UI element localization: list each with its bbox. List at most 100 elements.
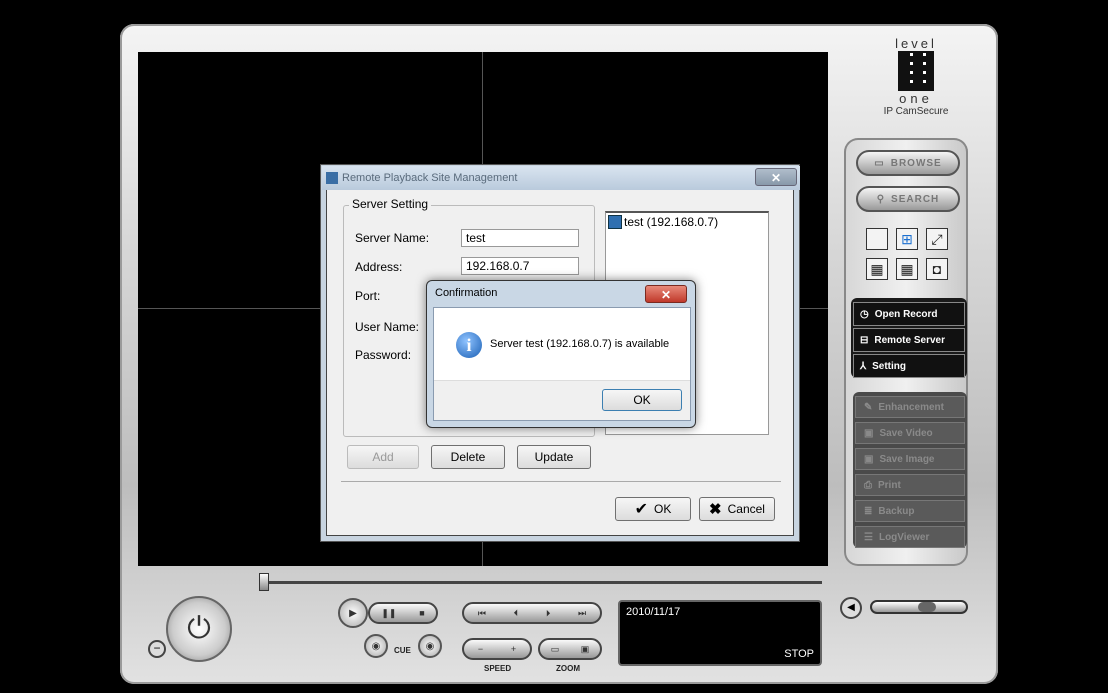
layout-4-icon[interactable]: ⊞ bbox=[896, 228, 918, 250]
fullscreen-icon[interactable]: ⤢ bbox=[926, 228, 948, 250]
ok-button[interactable]: ✔ OK bbox=[615, 497, 691, 521]
remote-server-button[interactable]: ⊟ Remote Server bbox=[853, 328, 965, 352]
confirmation-message: Server test (192.168.0.7) is available bbox=[490, 338, 670, 350]
pause-icon[interactable]: ❚❚ bbox=[381, 608, 396, 619]
next-frame-icon[interactable]: ⏵ bbox=[546, 608, 551, 619]
layout-focus-icon[interactable]: ◘ bbox=[926, 258, 948, 280]
browse-button[interactable]: ▭ BROWSE bbox=[856, 150, 960, 176]
cancel-button[interactable]: ✖ Cancel bbox=[699, 497, 775, 521]
playback-state: STOP bbox=[784, 648, 814, 660]
play-button[interactable]: ▶ bbox=[338, 598, 368, 628]
prev-frame-icon[interactable]: ⏴ bbox=[514, 608, 519, 619]
cue-next-button[interactable]: ◉ bbox=[418, 634, 442, 658]
pause-stop-group: ❚❚ ■ bbox=[368, 602, 438, 624]
seek-group: ⏮ ⏴ ⏵ ⏭ bbox=[462, 602, 602, 624]
port-label: Port: bbox=[355, 289, 381, 303]
product-name: IP CamSecure bbox=[883, 106, 949, 117]
info-icon: i bbox=[456, 332, 482, 358]
cue-next-icon: ◉ bbox=[425, 640, 435, 652]
confirmation-dialog: Confirmation ✕ i Server test (192.168.0.… bbox=[426, 280, 696, 428]
server-name-label: Server Name: bbox=[355, 231, 430, 245]
speed-down-icon[interactable]: − bbox=[478, 644, 483, 654]
address-label: Address: bbox=[355, 260, 403, 274]
video-save-icon: ▣ bbox=[864, 427, 874, 439]
zoom-out-icon[interactable]: ▭ bbox=[551, 644, 560, 655]
close-icon: ✕ bbox=[660, 288, 672, 302]
check-icon: ✔ bbox=[634, 501, 649, 518]
wrench-icon: ⅄ bbox=[860, 360, 867, 372]
zoom-label: ZOOM bbox=[556, 664, 580, 673]
cancel-x-icon: ✖ bbox=[709, 501, 722, 518]
save-image-button[interactable]: ▣ Save Image bbox=[855, 448, 965, 470]
brand-bottom-text: one bbox=[899, 91, 933, 106]
timeline-thumb[interactable] bbox=[259, 573, 269, 591]
save-video-button[interactable]: ▣ Save Video bbox=[855, 422, 965, 444]
printer-icon: ⎙ bbox=[864, 479, 872, 491]
cue-prev-button[interactable]: ◉ bbox=[364, 634, 388, 658]
cue-prev-icon: ◉ bbox=[371, 640, 381, 652]
tree-item[interactable]: test (192.168.0.7) bbox=[608, 215, 718, 229]
timeline-track[interactable] bbox=[266, 581, 822, 584]
speed-up-icon[interactable]: + bbox=[511, 644, 516, 654]
speaker-icon[interactable]: ◀ bbox=[840, 597, 862, 619]
print-button[interactable]: ⎙ Print bbox=[855, 474, 965, 496]
close-icon: ✕ bbox=[770, 171, 782, 185]
delete-button[interactable]: Delete bbox=[431, 445, 505, 469]
server-icon: ⊟ bbox=[860, 334, 869, 346]
password-label: Password: bbox=[355, 348, 412, 362]
stop-icon[interactable]: ■ bbox=[419, 608, 424, 618]
confirm-close-button[interactable]: ✕ bbox=[645, 285, 687, 303]
confirmation-body: i Server test (192.168.0.7) is available… bbox=[433, 307, 691, 421]
confirm-ok-button[interactable]: OK bbox=[602, 389, 682, 411]
dialog-title: Remote Playback Site Management bbox=[342, 172, 518, 184]
pen-icon: ✎ bbox=[864, 401, 873, 413]
tree-item-label: test (192.168.0.7) bbox=[624, 215, 719, 229]
open-record-button[interactable]: ◷ Open Record bbox=[853, 302, 965, 326]
minus-icon: − bbox=[153, 641, 161, 655]
dialog-separator bbox=[341, 481, 781, 482]
backup-icon: ≣ bbox=[864, 505, 873, 517]
backup-button[interactable]: ≣ Backup bbox=[855, 500, 965, 522]
layout-16-icon[interactable]: ▦ bbox=[896, 258, 918, 280]
zoom-in-icon[interactable]: ▣ bbox=[581, 644, 590, 655]
brand-top-text: level bbox=[895, 36, 937, 51]
volume-thumb[interactable] bbox=[918, 602, 936, 612]
update-button[interactable]: Update bbox=[517, 445, 591, 469]
play-icon: ▶ bbox=[349, 607, 357, 619]
dialog-close-button[interactable]: ✕ bbox=[755, 168, 797, 186]
confirmation-title: Confirmation bbox=[435, 287, 498, 299]
last-frame-icon[interactable]: ⏭ bbox=[578, 608, 586, 619]
first-frame-icon[interactable]: ⏮ bbox=[478, 608, 486, 619]
speed-control: − + bbox=[462, 638, 532, 660]
setting-button[interactable]: ⅄ Setting bbox=[853, 354, 965, 378]
image-save-icon: ▣ bbox=[864, 453, 874, 465]
app-icon bbox=[326, 172, 338, 184]
layout-9-icon[interactable]: ▦ bbox=[866, 258, 888, 280]
status-display: 2010/11/17 STOP bbox=[618, 600, 822, 666]
date-readout: 2010/11/17 bbox=[626, 606, 681, 618]
network-icon bbox=[608, 215, 622, 229]
logo-grid-icon bbox=[898, 51, 934, 91]
minimize-button[interactable]: − bbox=[148, 640, 166, 658]
cue-label: CUE bbox=[394, 646, 411, 655]
zoom-control: ▭ ▣ bbox=[538, 638, 602, 660]
log-icon: ☰ bbox=[864, 531, 873, 543]
layout-1-icon[interactable] bbox=[866, 228, 888, 250]
address-field[interactable]: 192.168.0.7 bbox=[461, 257, 579, 275]
add-button[interactable]: Add bbox=[347, 445, 419, 469]
folder-icon: ▭ bbox=[874, 157, 885, 169]
search-button[interactable]: ⚲ SEARCH bbox=[856, 186, 960, 212]
username-label: User Name: bbox=[355, 320, 420, 334]
clock-icon: ◷ bbox=[860, 308, 869, 320]
search-icon: ⚲ bbox=[876, 193, 886, 205]
enhancement-button[interactable]: ✎ Enhancement bbox=[855, 396, 965, 418]
speed-label: SPEED bbox=[484, 664, 512, 673]
brand-logo: level one IP CamSecure bbox=[866, 36, 966, 117]
confirmation-footer: OK bbox=[434, 380, 690, 420]
dialog-titlebar[interactable]: Remote Playback Site Management bbox=[322, 166, 800, 190]
server-name-field[interactable]: test bbox=[461, 229, 579, 247]
server-setting-legend: Server Setting bbox=[349, 197, 432, 211]
power-icon: ⏻ bbox=[187, 612, 211, 645]
power-button[interactable]: ⏻ bbox=[166, 596, 232, 662]
logviewer-button[interactable]: ☰ LogViewer bbox=[855, 526, 965, 548]
